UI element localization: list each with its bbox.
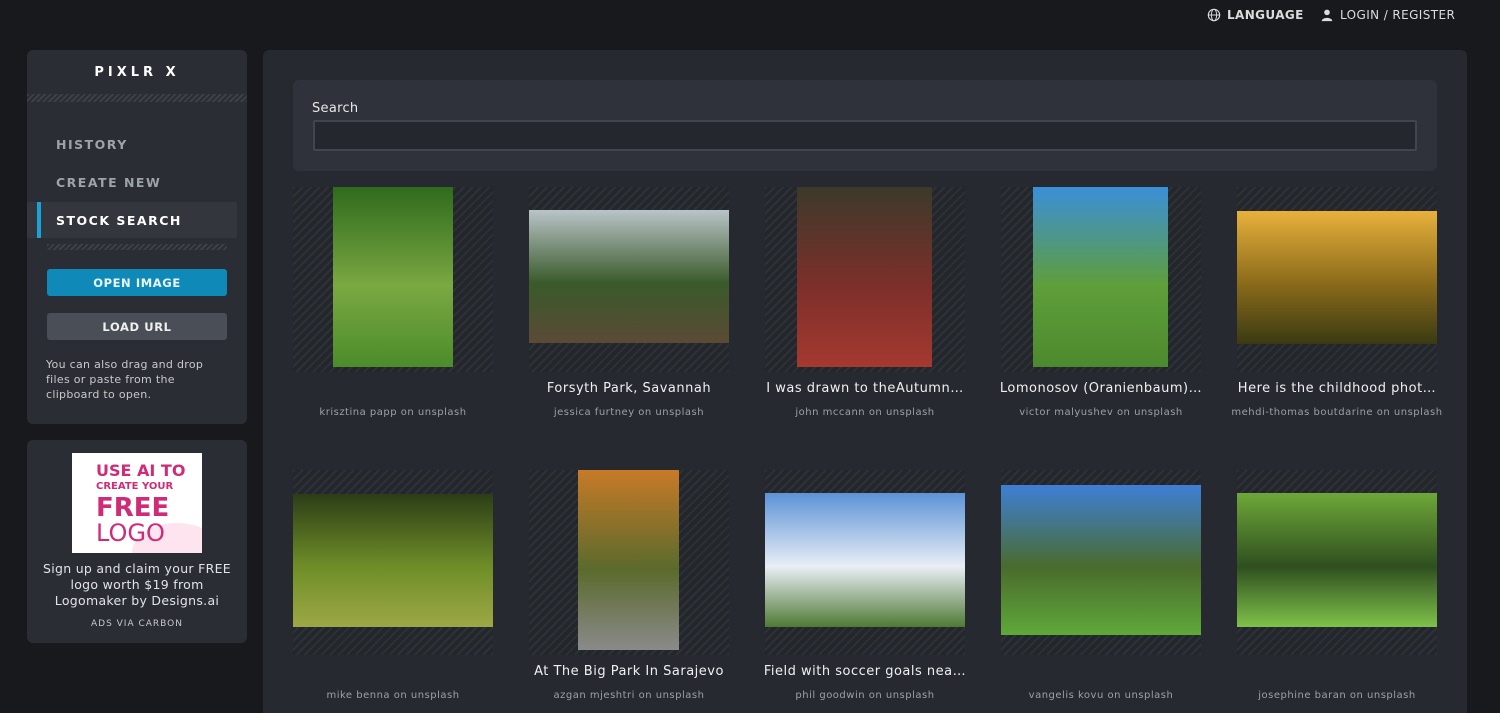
result-credit[interactable]: victor malyushev on unsplash [993,405,1209,421]
language-label: LANGUAGE [1227,8,1304,22]
result-photo [578,470,679,650]
sidebar-item-stock-search[interactable]: STOCK SEARCH [27,202,237,238]
top-bar: LANGUAGE LOGIN / REGISTER [0,0,1500,32]
result-thumbnail[interactable] [529,470,729,655]
result-photo [529,210,729,343]
ad-logo-line: LOGO [96,519,165,547]
result-card[interactable]: josephine baran on unsplash [1237,470,1437,701]
result-card[interactable]: Lomonosov (Oranienbaum)… victor malyushe… [1000,187,1202,418]
result-card[interactable]: Forsyth Park, Savannah jessica furtney o… [529,187,729,418]
result-credit[interactable]: john mccann on unsplash [757,405,973,421]
ad-logo-line: USE AI TO [96,461,186,480]
ad-image[interactable]: USE AI TO CREATE YOUR FREE LOGO [72,453,202,553]
result-credit[interactable]: krisztina papp on unsplash [285,405,501,421]
result-thumbnail[interactable] [1237,187,1437,372]
search-label: Search [312,101,359,116]
result-credit[interactable]: azgan mjeshtri on unsplash [521,688,737,704]
sidebar-divider [47,244,227,250]
search-input[interactable] [313,120,1417,151]
result-title: Lomonosov (Oranienbaum)… [999,381,1203,396]
result-photo [765,493,965,627]
load-url-button[interactable]: LOAD URL [47,313,227,340]
sidebar-divider [27,94,247,102]
result-photo [1237,493,1437,627]
result-card[interactable]: Field with soccer goals nea… phil goodwi… [764,470,966,701]
result-title: I was drawn to theAutumn… [766,381,964,396]
login-register-button[interactable]: LOGIN / REGISTER [1320,8,1455,22]
result-thumbnail[interactable] [293,187,493,372]
result-thumbnail[interactable] [765,187,965,372]
result-title: Here is the childhood phot… [1237,381,1437,396]
result-credit[interactable]: jessica furtney on unsplash [521,405,737,421]
user-icon [1321,9,1333,22]
ad-logo-line: CREATE YOUR [96,481,174,492]
result-title: Forsyth Park, Savannah [546,381,712,396]
result-thumbnail[interactable] [293,470,493,655]
result-photo [333,187,453,367]
result-photo [293,494,493,627]
result-title: Field with soccer goals nea… [763,664,967,679]
result-photo [1033,187,1168,367]
result-card[interactable]: vangelis kovu on unsplash [1001,470,1201,701]
carbon-ad: USE AI TO CREATE YOUR FREE LOGO Sign up … [27,440,247,643]
sidebar-item-history[interactable]: HISTORY [27,126,237,162]
result-photo [1237,211,1437,344]
sidebar-item-create-new[interactable]: CREATE NEW [27,164,237,200]
sidebar: PIXLR X HISTORY CREATE NEW STOCK SEARCH … [27,50,247,424]
ads-via-carbon[interactable]: ADS VIA CARBON [27,619,247,629]
result-credit[interactable]: mike benna on unsplash [285,688,501,704]
drag-drop-hint: You can also drag and drop files or past… [46,358,204,401]
login-register-label: LOGIN / REGISTER [1340,8,1456,22]
result-card[interactable]: mike benna on unsplash [293,470,493,701]
result-thumbnail[interactable] [1237,470,1437,655]
result-thumbnail[interactable] [1001,470,1201,655]
result-thumbnail[interactable] [529,187,729,372]
ad-text[interactable]: Sign up and claim your FREE logo worth $… [39,561,235,609]
stock-search-panel: Search krisztina papp on unsplash Forsyt… [263,50,1467,713]
search-box: Search [293,80,1437,171]
result-card[interactable]: krisztina papp on unsplash [293,187,493,418]
result-credit[interactable]: josephine baran on unsplash [1229,688,1445,704]
result-photo [1001,485,1201,635]
result-credit[interactable]: mehdi-thomas boutdarine on unsplash [1229,405,1445,421]
sidebar-nav: HISTORY CREATE NEW STOCK SEARCH [27,126,247,238]
result-card[interactable]: Here is the childhood phot… mehdi-thomas… [1231,187,1442,418]
result-credit[interactable]: vangelis kovu on unsplash [993,688,1209,704]
brand-logo[interactable]: PIXLR X [27,50,247,94]
result-card[interactable]: At The Big Park In Sarajevo azgan mjesht… [529,470,729,701]
globe-icon [1207,8,1221,22]
language-button[interactable]: LANGUAGE [1207,8,1304,22]
result-title: At The Big Park In Sarajevo [534,664,724,679]
result-photo [797,187,932,367]
open-image-button[interactable]: OPEN IMAGE [47,269,227,296]
result-credit[interactable]: phil goodwin on unsplash [757,688,973,704]
result-card[interactable]: I was drawn to theAutumn… john mccann on… [765,187,965,418]
result-thumbnail[interactable] [1001,187,1201,372]
result-thumbnail[interactable] [765,470,965,655]
